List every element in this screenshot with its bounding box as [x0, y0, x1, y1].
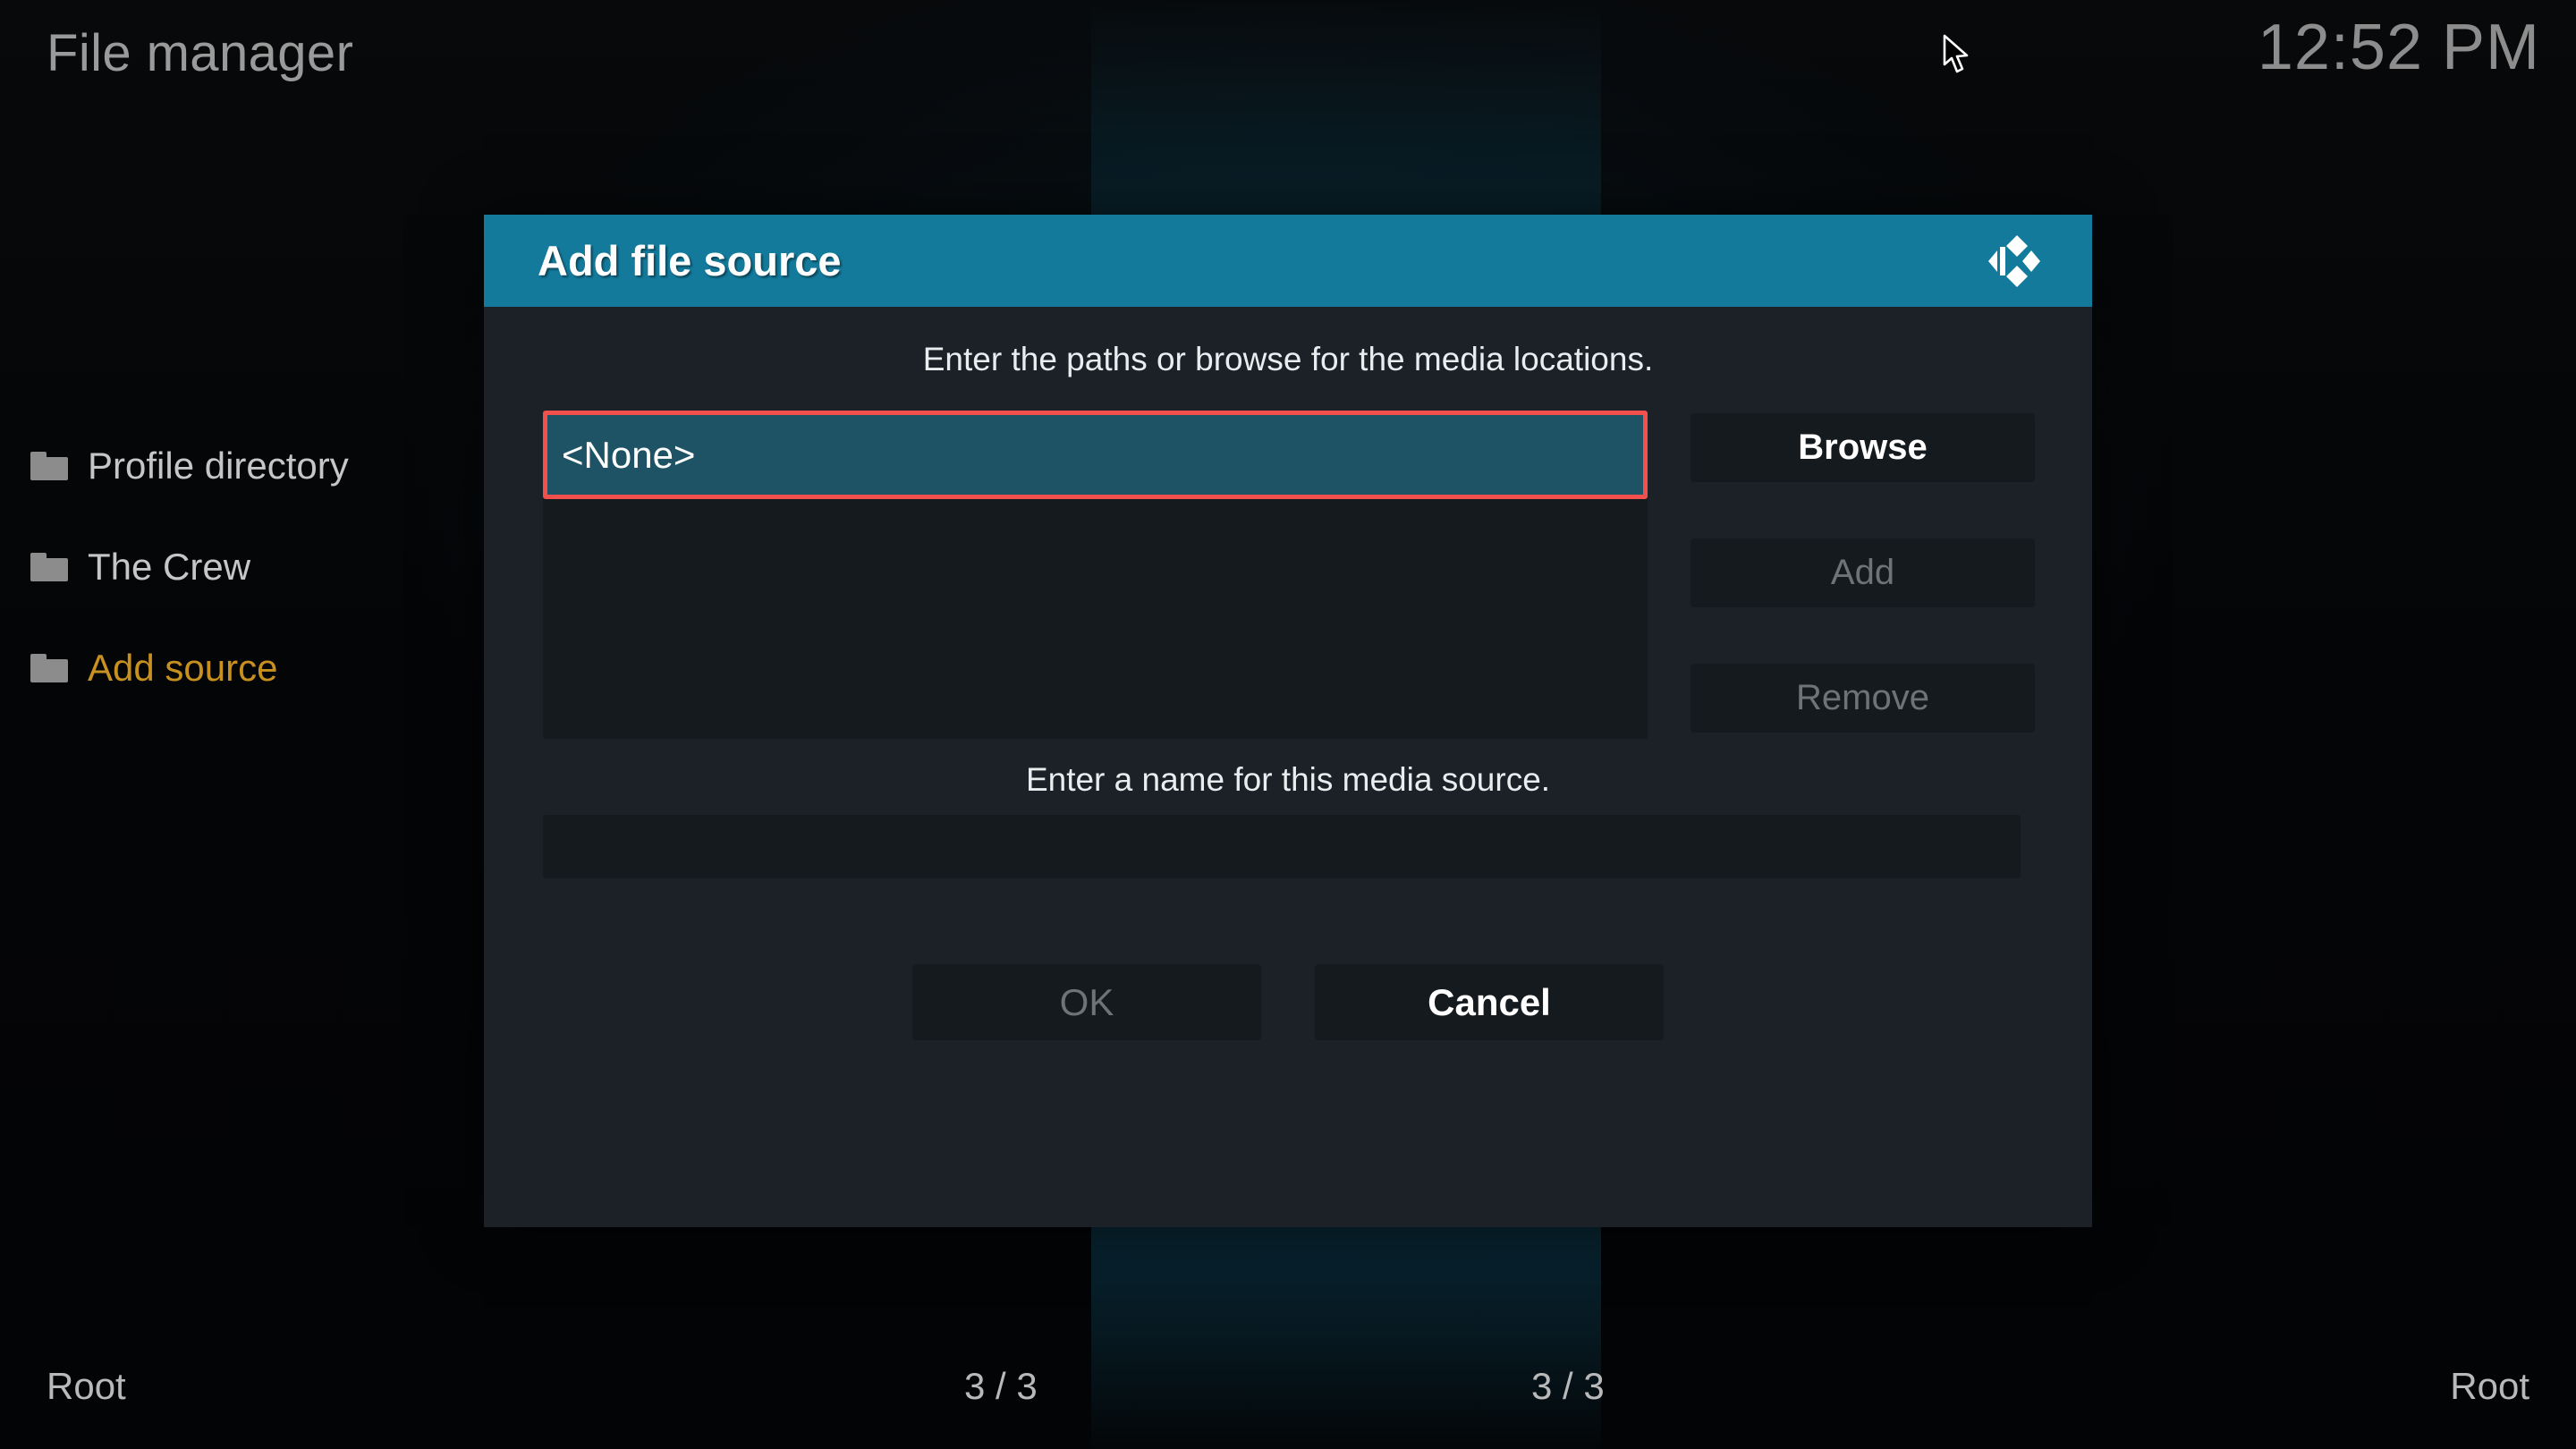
- list-item-label: The Crew: [88, 546, 251, 588]
- dialog-header: Add file source: [484, 215, 2092, 307]
- folder-icon: [30, 654, 68, 682]
- right-pane-count: 3 / 3: [1531, 1365, 1605, 1407]
- kodi-logo-icon: [1983, 232, 2042, 291]
- clock: 12:52 PM: [2257, 12, 2540, 83]
- dialog-body: Enter the paths or browse for the media …: [484, 307, 2092, 1227]
- left-pane-path: Root: [47, 1365, 126, 1407]
- folder-icon: [30, 553, 68, 581]
- path-side-buttons: Browse Add Remove: [1690, 413, 2035, 733]
- remove-button[interactable]: Remove: [1690, 664, 2035, 733]
- cancel-button[interactable]: Cancel: [1315, 964, 1664, 1040]
- arrow-cursor-icon: [1943, 34, 1973, 75]
- media-source-name-input[interactable]: [543, 815, 2021, 878]
- paths-list: <None>: [543, 411, 1648, 739]
- kodi-screen: File manager 12:52 PM Profile directory …: [0, 0, 2576, 1449]
- left-pane-count: 3 / 3: [964, 1365, 1038, 1407]
- path-hint-label: Enter the paths or browse for the media …: [922, 341, 1654, 377]
- dialog-title: Add file source: [538, 237, 842, 284]
- add-button[interactable]: Add: [1690, 538, 2035, 607]
- list-item-label: Add source: [88, 647, 278, 689]
- right-pane-path: Root: [2450, 1365, 2529, 1407]
- list-item-label: Profile directory: [88, 445, 349, 487]
- dialog-actions: OK Cancel: [484, 964, 2092, 1040]
- folder-icon: [30, 452, 68, 480]
- name-hint-label: Enter a name for this media source.: [1025, 761, 1551, 798]
- add-file-source-dialog: Add file source Enter the paths or brows…: [484, 215, 2092, 1227]
- path-item-focused[interactable]: <None>: [543, 411, 1648, 499]
- status-bar: Root 3 / 3 3 / 3 Root: [0, 1333, 2576, 1449]
- browse-button[interactable]: Browse: [1690, 413, 2035, 482]
- ok-button[interactable]: OK: [912, 964, 1261, 1040]
- path-item-value: <None>: [562, 433, 696, 476]
- page-title: File manager: [47, 24, 354, 82]
